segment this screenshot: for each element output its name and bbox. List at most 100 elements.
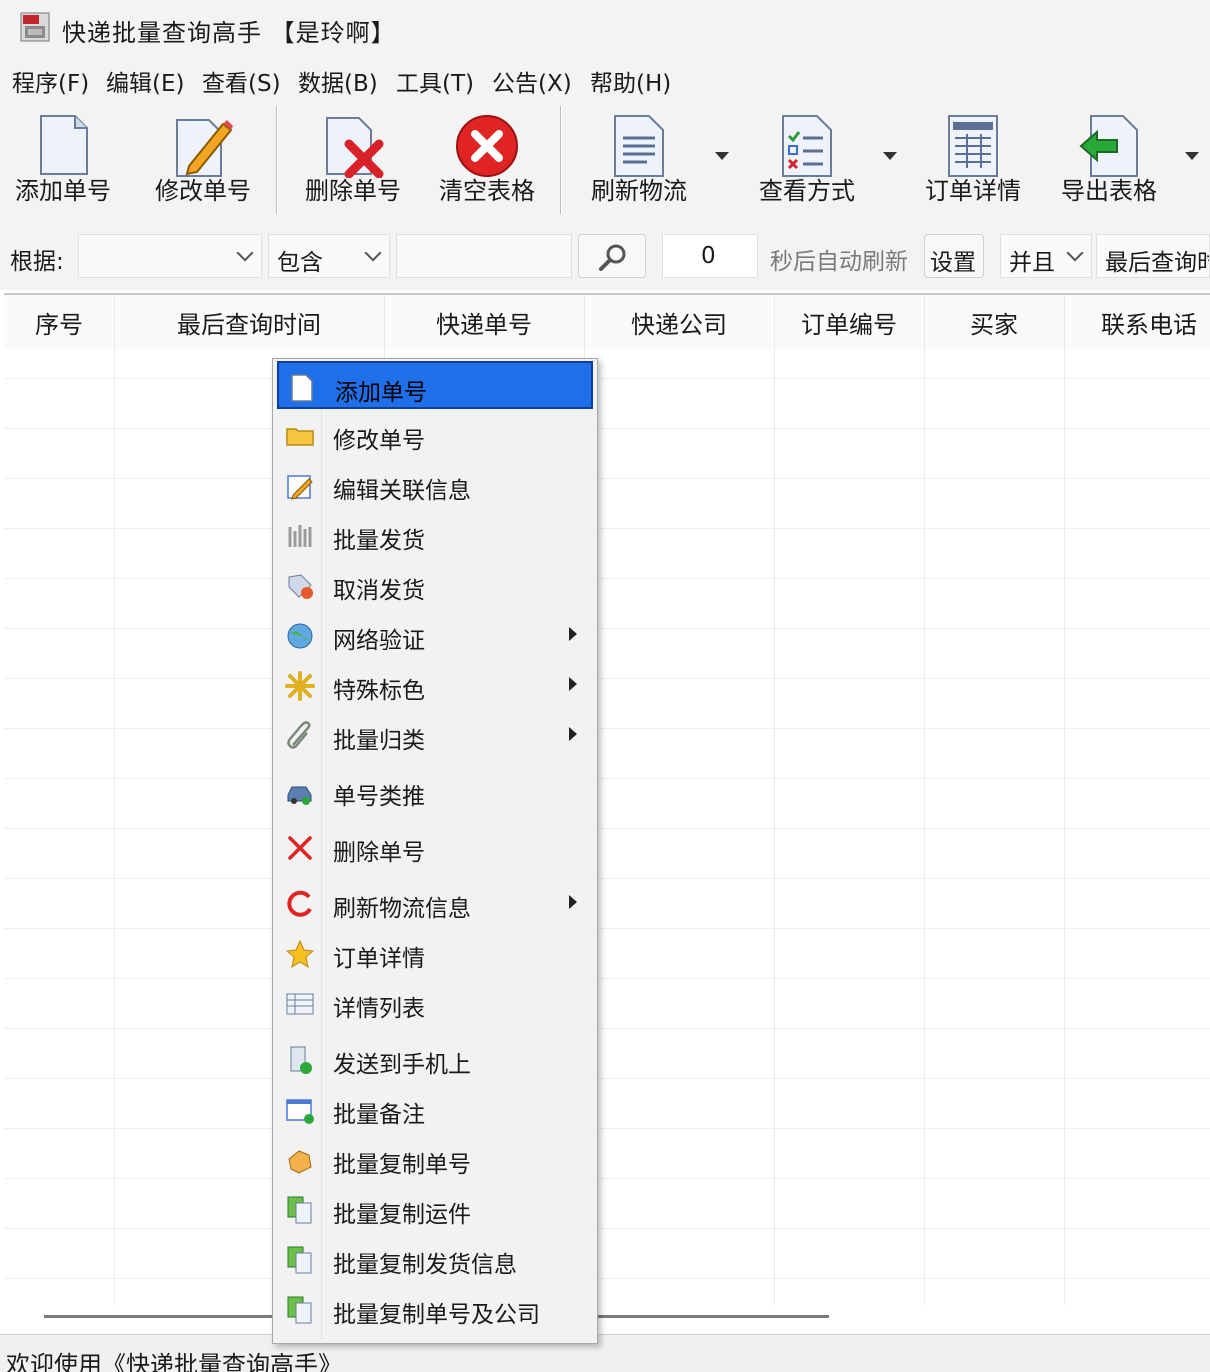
- refresh-seconds-input[interactable]: 0: [662, 234, 758, 278]
- refresh-logistics-label: 刷新物流: [591, 177, 687, 205]
- export-table-button[interactable]: 导出表格: [1054, 110, 1164, 214]
- context-menu-item[interactable]: 发送到手机上: [277, 1035, 593, 1083]
- context-menu-item[interactable]: 订单详情: [277, 929, 593, 977]
- paperclip-icon: [287, 721, 311, 749]
- context-menu-item-label: 批量复制发货信息: [333, 1252, 517, 1278]
- context-menu-item[interactable]: 刷新物流信息: [277, 879, 593, 927]
- column-header-tracking-number[interactable]: 快递单号: [386, 305, 582, 340]
- context-menu-item-label: 批量复制运件: [333, 1202, 471, 1228]
- chevron-down-icon: [1066, 244, 1084, 262]
- menu-view[interactable]: 查看(S): [202, 64, 281, 98]
- view-mode-button[interactable]: 查看方式: [752, 110, 862, 214]
- context-menu-item-label: 详情列表: [333, 996, 425, 1022]
- row-divider: [4, 978, 1210, 979]
- title-bar: 快递批量查询高手 【是玲啊】: [0, 0, 1210, 58]
- context-menu-item[interactable]: 批量复制单号: [277, 1135, 593, 1183]
- context-menu-item-label: 批量复制单号: [333, 1152, 471, 1178]
- order-sheet-icon: [948, 115, 998, 177]
- query-input[interactable]: [396, 234, 572, 278]
- last-query-select[interactable]: 最后查询时: [1096, 234, 1210, 278]
- column-divider: [924, 295, 925, 1305]
- send-phone-icon: [290, 1046, 312, 1074]
- delete-number-button[interactable]: 删除单号: [298, 110, 408, 214]
- context-menu-item[interactable]: 修改单号: [277, 411, 593, 459]
- context-menu-item[interactable]: 特殊标色: [277, 661, 593, 709]
- column-header-phone[interactable]: 联系电话: [1066, 305, 1210, 340]
- clear-table-button[interactable]: 清空表格: [432, 110, 542, 214]
- edit-number-button[interactable]: 修改单号: [148, 110, 258, 214]
- logic-select[interactable]: 并且: [1000, 234, 1092, 278]
- context-menu-item[interactable]: 批量复制发货信息: [277, 1235, 593, 1283]
- status-bar: 欢迎使用《快递批量查询高手》: [0, 1334, 1210, 1372]
- context-menu-item[interactable]: 单号类推: [277, 767, 593, 815]
- row-divider: [4, 1278, 1210, 1279]
- view-mode-dropdown-icon[interactable]: [883, 152, 897, 160]
- copy-docs-icon: [287, 1196, 312, 1224]
- row-divider: [4, 828, 1210, 829]
- view-mode-label: 查看方式: [759, 177, 855, 205]
- refresh-dropdown-icon[interactable]: [715, 152, 729, 160]
- match-select[interactable]: 包含: [268, 234, 390, 278]
- row-divider: [4, 628, 1210, 629]
- context-menu-item-label: 批量备注: [333, 1102, 425, 1128]
- submenu-arrow-icon: [569, 627, 577, 641]
- window-title: 快递批量查询高手 【是玲啊】: [62, 19, 396, 47]
- context-menu-item-label: 添加单号: [335, 380, 427, 406]
- export-dropdown-icon[interactable]: [1185, 152, 1199, 160]
- context-menu-item[interactable]: 取消发货: [277, 561, 593, 609]
- menu-help[interactable]: 帮助(H): [590, 64, 671, 98]
- context-menu-item[interactable]: 添加单号: [277, 361, 593, 409]
- results-table[interactable]: 序号 最后查询时间 快递单号 快递公司 订单编号 买家 联系电话: [4, 293, 1210, 1333]
- export-arrow-icon: [1079, 115, 1138, 177]
- context-menu-item-label: 修改单号: [333, 428, 425, 454]
- edit-pencil-icon: [176, 119, 233, 177]
- context-menu-item[interactable]: 批量备注: [277, 1085, 593, 1133]
- context-menu-item[interactable]: 批量复制单号及公司: [277, 1285, 593, 1333]
- settings-button-label: 设置: [930, 250, 976, 276]
- globe-icon: [287, 623, 313, 649]
- row-divider: [4, 1128, 1210, 1129]
- order-detail-label: 订单详情: [925, 177, 1021, 205]
- column-header-last-query-time[interactable]: 最后查询时间: [116, 305, 382, 340]
- row-divider: [4, 578, 1210, 579]
- context-menu-item-label: 批量归类: [333, 728, 425, 754]
- order-detail-button[interactable]: 订单详情: [918, 110, 1028, 214]
- field-select[interactable]: [78, 234, 262, 278]
- blank-page-icon: [40, 115, 88, 175]
- refresh-logistics-button[interactable]: 刷新物流: [584, 110, 694, 214]
- context-menu-item[interactable]: 批量复制运件: [277, 1185, 593, 1233]
- note-window-icon: [286, 1099, 314, 1124]
- logic-select-value: 并且: [1009, 250, 1055, 276]
- checklist-icon: [782, 115, 832, 177]
- last-query-value: 最后查询时: [1105, 250, 1210, 276]
- column-header-buyer[interactable]: 买家: [926, 305, 1062, 340]
- context-menu-item[interactable]: 批量归类: [277, 711, 593, 759]
- column-header-courier[interactable]: 快递公司: [586, 305, 772, 340]
- menu-notice[interactable]: 公告(X): [492, 64, 572, 98]
- context-menu-item[interactable]: 删除单号: [277, 823, 593, 871]
- delete-number-label: 删除单号: [305, 177, 401, 205]
- settings-button[interactable]: 设置: [924, 234, 984, 278]
- menu-program[interactable]: 程序(F): [12, 64, 89, 98]
- context-menu-item[interactable]: 批量发货: [277, 511, 593, 559]
- hand-copy-icon: [288, 1150, 312, 1174]
- menu-tools[interactable]: 工具(T): [396, 64, 474, 98]
- refresh-icon: [287, 890, 312, 917]
- toolbar: 添加单号 修改单号 删除单号 清空表格 刷新物流 查看方式 订单详情 导出表格: [0, 100, 1210, 224]
- column-header-index[interactable]: 序号: [4, 305, 114, 340]
- edit-number-label: 修改单号: [155, 177, 251, 205]
- column-header-order-number[interactable]: 订单编号: [776, 305, 922, 340]
- add-number-button[interactable]: 添加单号: [8, 110, 118, 214]
- context-menu-item[interactable]: 详情列表: [277, 979, 593, 1027]
- menu-edit[interactable]: 编辑(E): [106, 64, 184, 98]
- menu-data[interactable]: 数据(B): [298, 64, 378, 98]
- row-divider: [4, 1028, 1210, 1029]
- blank-page-icon: [291, 374, 313, 402]
- copy-docs-icon: [287, 1296, 312, 1324]
- filter-bar: 根据: 包含 0 秒后自动刷新 设置 并且 最后查询时: [0, 224, 1210, 290]
- search-button[interactable]: [578, 234, 646, 278]
- context-menu: 添加单号修改单号编辑关联信息 批量发货 取消发货 网络验证 特殊标色批量归类单号类推删除…: [272, 358, 598, 1344]
- context-menu-item[interactable]: 编辑关联信息: [277, 461, 593, 509]
- submenu-arrow-icon: [569, 677, 577, 691]
- context-menu-item[interactable]: 网络验证: [277, 611, 593, 659]
